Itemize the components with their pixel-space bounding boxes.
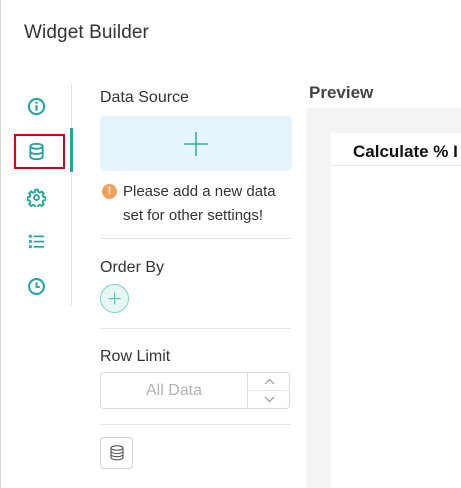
rail-item-info[interactable]: [22, 92, 50, 120]
chevron-down-icon: [264, 396, 274, 403]
warning-icon: !: [102, 184, 117, 199]
rail-item-history[interactable]: [22, 272, 50, 300]
dialog-title: Widget Builder: [24, 22, 149, 43]
info-icon: [27, 97, 45, 115]
preview-card-divider: [331, 165, 461, 166]
row-limit-stepper: [247, 373, 290, 408]
increment-button[interactable]: [248, 373, 290, 391]
preview-card-title: Calculate % I: [353, 142, 458, 161]
clock-icon: [27, 277, 45, 295]
preview-area: Calculate % I: [307, 108, 461, 488]
rail-active-indicator: [70, 128, 73, 172]
data-source-label: Data Source: [100, 89, 189, 106]
window-edge: [0, 0, 1, 488]
preview-label: Preview: [309, 83, 374, 102]
rail-item-list[interactable]: [22, 227, 50, 255]
section-divider: [100, 328, 291, 329]
database-stack-icon: [109, 445, 124, 461]
order-by-label: Order By: [100, 259, 165, 276]
chevron-up-icon: [264, 378, 274, 385]
section-divider: [100, 238, 291, 239]
add-order-by-button[interactable]: [100, 284, 129, 313]
plus-icon: [108, 292, 121, 305]
rail-item-settings[interactable]: [22, 183, 50, 211]
selection-highlight: [14, 134, 65, 169]
widget-builder-dialog: Widget Builder Data Source ! Please add …: [0, 0, 461, 488]
data-source-warning-text: Please add a new data set for other sett…: [123, 183, 276, 224]
gear-icon: [26, 188, 46, 207]
decrement-button[interactable]: [248, 391, 290, 408]
row-limit-field: [100, 372, 290, 409]
data-set-button[interactable]: [100, 437, 133, 469]
add-data-source-button[interactable]: [100, 116, 292, 171]
preview-widget-card: Calculate % I: [331, 133, 461, 488]
section-divider: [100, 424, 291, 425]
row-limit-label: Row Limit: [100, 348, 171, 365]
row-limit-input[interactable]: [101, 373, 247, 408]
plus-icon: [184, 131, 208, 156]
rail-divider: [71, 84, 72, 306]
list-icon: [28, 234, 44, 248]
